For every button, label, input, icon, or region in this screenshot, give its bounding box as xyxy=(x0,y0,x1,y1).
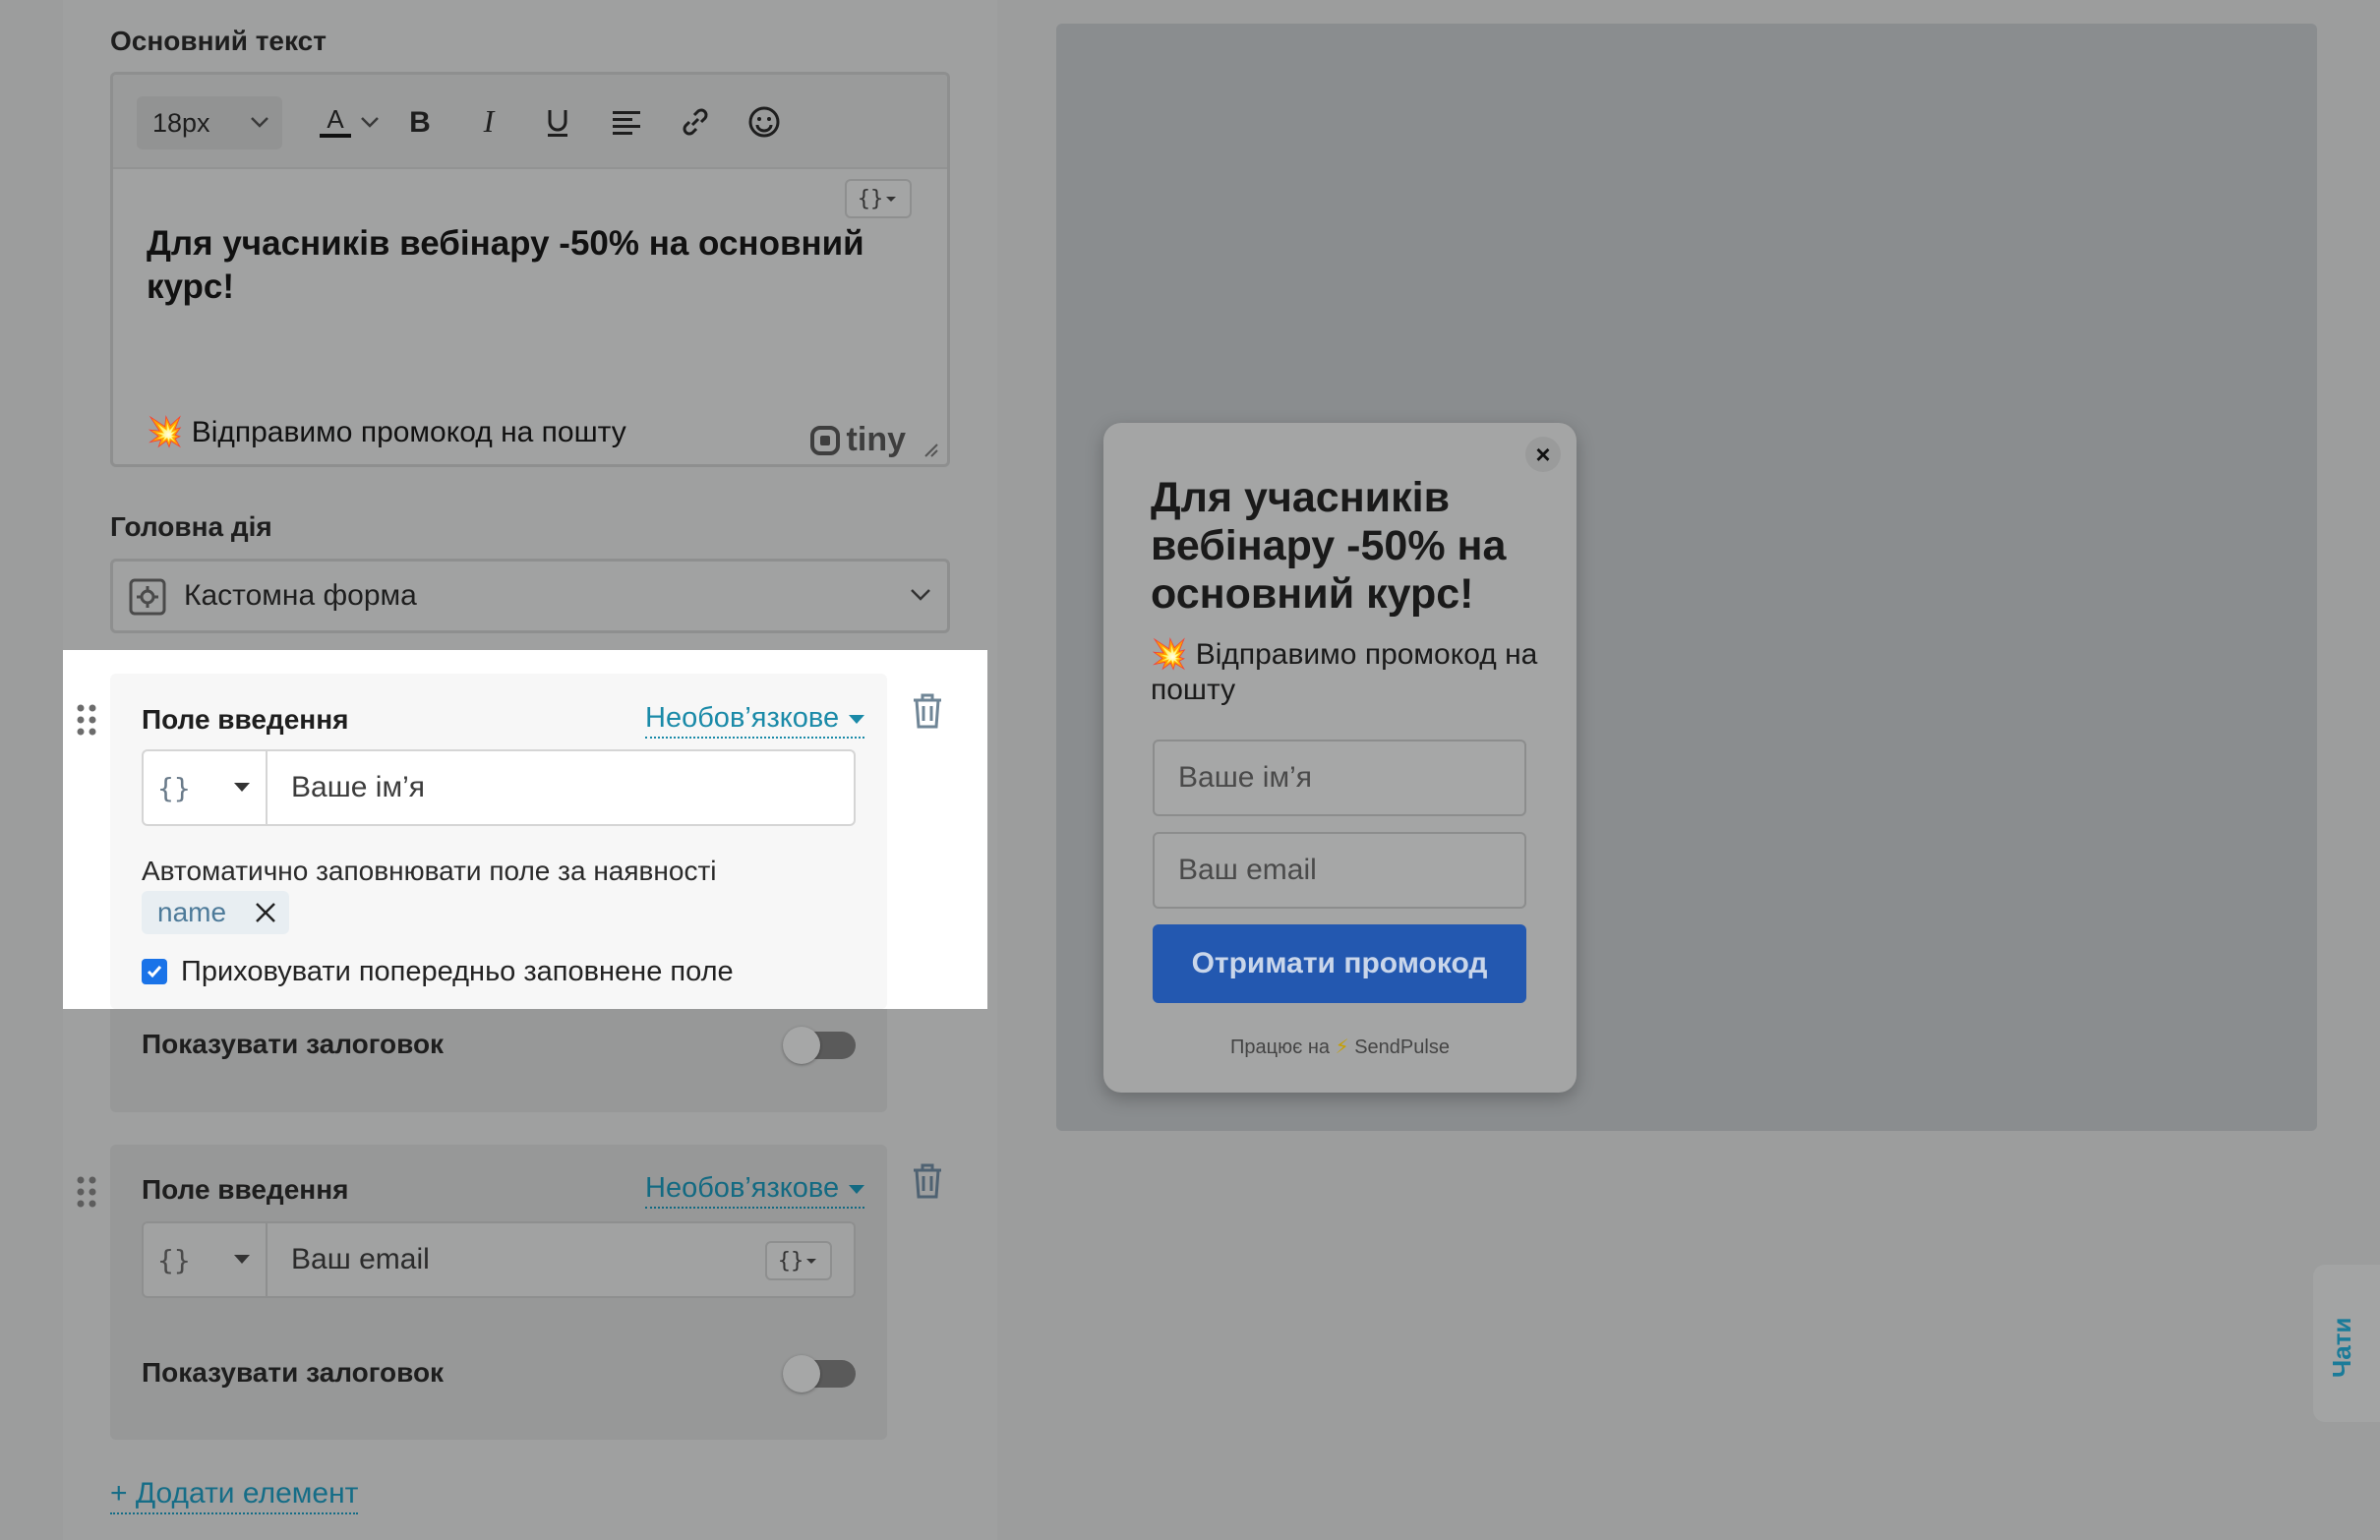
field-1-show-title-toggle[interactable] xyxy=(783,1027,856,1064)
font-size-value: 18px xyxy=(152,108,210,138)
field-card-1-bottom xyxy=(110,1009,887,1112)
autofill-tag-label: name xyxy=(157,897,227,927)
trash-icon[interactable] xyxy=(911,692,944,730)
field-2-insert-variable-button[interactable]: {} xyxy=(765,1241,832,1280)
autofill-label: Автоматично заповнювати поле за наявност… xyxy=(142,856,717,886)
underline-icon[interactable] xyxy=(536,100,579,144)
field-1-show-title-label: Показувати залоговок xyxy=(142,1029,445,1059)
variable-icon: {} xyxy=(777,1248,804,1273)
chevron-down-icon xyxy=(249,96,270,169)
bolt-icon: ⚡ xyxy=(1335,1037,1349,1058)
caret-down-icon xyxy=(849,1184,865,1194)
field-1-title: Поле введення xyxy=(142,704,349,735)
form-settings-icon xyxy=(129,578,166,616)
svg-text:A: A xyxy=(327,104,344,134)
chevron-down-icon xyxy=(911,589,930,601)
caret-down-icon xyxy=(886,197,897,202)
add-element-link[interactable]: + Додати елемент xyxy=(110,1477,359,1514)
caret-down-icon xyxy=(806,1259,817,1264)
autofill-tag: name xyxy=(142,891,289,934)
rich-text-editor[interactable]: 18px A B I {} Для учасників вебінару -50… xyxy=(110,72,950,467)
italic-icon[interactable]: I xyxy=(467,100,510,144)
powered-by[interactable]: Працює на ⚡ SendPulse xyxy=(1103,1035,1577,1059)
hide-prefilled-label: Приховувати попередньо заповнене поле xyxy=(181,956,734,987)
editor-sub-text[interactable]: 💥 Відправимо промокод на пошту xyxy=(147,415,626,449)
close-icon[interactable]: × xyxy=(1525,437,1561,472)
caret-down-icon xyxy=(849,714,865,724)
field-2-show-title-label: Показувати залоговок xyxy=(142,1357,445,1388)
text-color-icon[interactable]: A xyxy=(314,100,357,144)
field-2-requirement-dropdown[interactable]: Необов’язкове xyxy=(645,1172,865,1209)
popup-subtext: 💥 Відправимо промокод на пошту xyxy=(1151,638,1538,706)
editor-section-label: Основний текст xyxy=(110,26,327,56)
field-1-placeholder-input[interactable]: Ваше ім’я xyxy=(291,771,425,804)
tiny-logo-icon xyxy=(809,425,840,455)
action-section-label: Головна дія xyxy=(110,511,272,542)
field-2-variable-select[interactable]: {} xyxy=(144,1223,268,1296)
align-left-icon[interactable] xyxy=(605,100,648,144)
field-1-requirement-label: Необов’язкове xyxy=(645,702,840,734)
toggle-knob xyxy=(783,1027,820,1064)
editor-toolbar: 18px A B I xyxy=(113,75,947,169)
field-1-requirement-dropdown[interactable]: Необов’язкове xyxy=(645,702,865,739)
field-2-title: Поле введення xyxy=(142,1174,349,1205)
toggle-knob xyxy=(783,1355,820,1392)
tiny-logo: tiny xyxy=(809,421,906,459)
main-action-value: Кастомна форма xyxy=(184,579,417,612)
checkmark-icon xyxy=(147,966,162,978)
emoji-icon[interactable] xyxy=(743,100,786,144)
field-2-requirement-label: Необов’язкове xyxy=(645,1172,840,1204)
remove-tag-icon[interactable] xyxy=(254,901,277,924)
popup-title: Для учасників вебінару -50% на основний … xyxy=(1151,474,1507,618)
tiny-brand-text: tiny xyxy=(846,421,906,458)
chat-tab[interactable]: Чати xyxy=(2313,1265,2380,1422)
bold-icon[interactable]: B xyxy=(398,100,442,144)
trash-icon[interactable] xyxy=(911,1162,944,1200)
svg-text:I: I xyxy=(483,103,496,139)
editor-heading-text[interactable]: Для учасників вебінару -50% на основний … xyxy=(147,222,923,309)
insert-variable-button[interactable]: {} xyxy=(845,179,912,218)
caret-down-icon xyxy=(234,1255,250,1264)
field-2-placeholder-input[interactable]: Ваш email xyxy=(291,1243,430,1276)
field-2-show-title-toggle[interactable] xyxy=(783,1355,856,1392)
popup-email-input[interactable]: Ваш email xyxy=(1153,832,1526,909)
link-icon[interactable] xyxy=(674,100,717,144)
text-color-chevron-icon[interactable] xyxy=(357,100,383,144)
resize-handle-icon[interactable] xyxy=(922,441,939,458)
caret-down-icon xyxy=(234,783,250,792)
chat-tab-label: Чати xyxy=(2327,1317,2356,1378)
main-action-select[interactable]: Кастомна форма xyxy=(110,559,950,633)
powered-brand: SendPulse xyxy=(1354,1037,1450,1058)
variable-icon: {} xyxy=(157,771,191,804)
popup-preview: × Для учасників вебінару -50% на основни… xyxy=(1103,423,1577,1093)
font-size-select[interactable]: 18px xyxy=(137,96,282,149)
drag-handle-icon[interactable] xyxy=(75,702,98,738)
svg-text:B: B xyxy=(409,106,431,139)
field-1-variable-select[interactable]: {} xyxy=(144,751,268,824)
powered-prefix: Працює на xyxy=(1230,1037,1331,1058)
popup-submit-button[interactable]: Отримати промокод xyxy=(1153,924,1526,1003)
variable-icon: {} xyxy=(157,1243,191,1276)
variable-icon: {} xyxy=(857,186,884,211)
drag-handle-icon[interactable] xyxy=(75,1174,98,1210)
hide-prefilled-checkbox[interactable] xyxy=(142,959,167,984)
field-2-input-group: {} Ваш email {} xyxy=(142,1221,856,1298)
popup-name-input[interactable]: Ваше ім’я xyxy=(1153,740,1526,816)
field-1-input-group: {} Ваше ім’я xyxy=(142,749,856,826)
